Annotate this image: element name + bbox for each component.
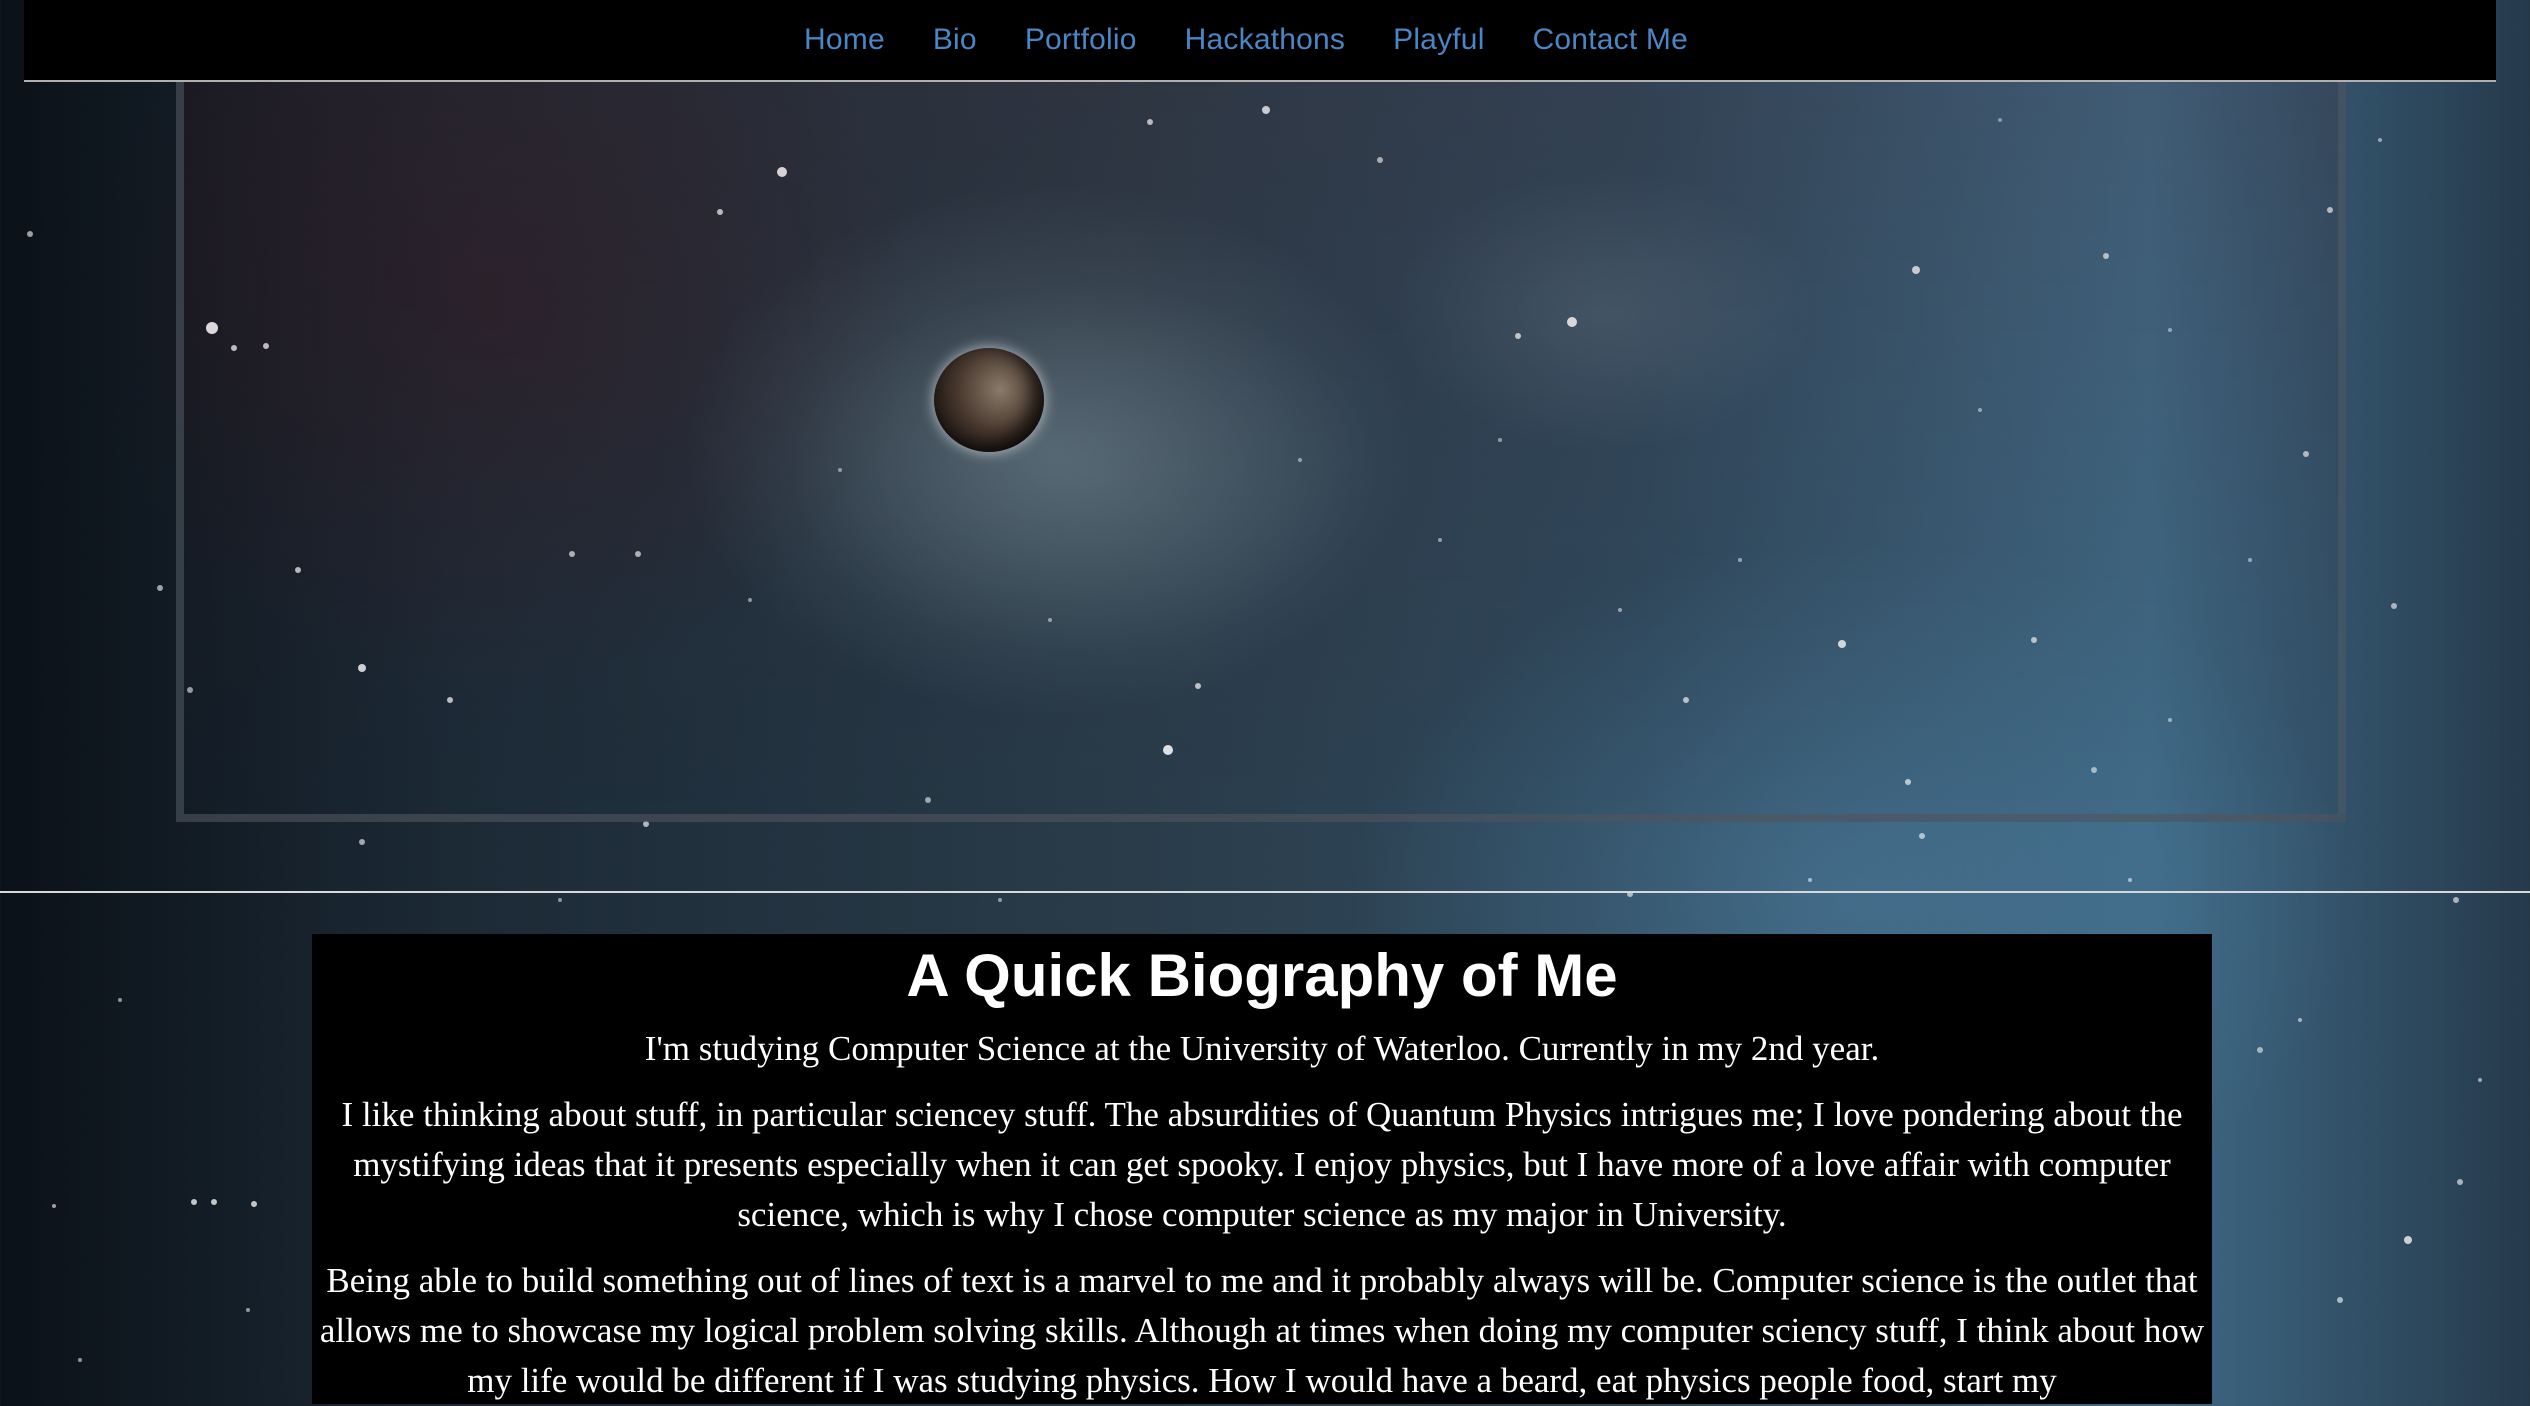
top-navigation-bar: Home Bio Portfolio Hackathons Playful Co… [24,0,2496,82]
nav-list: Home Bio Portfolio Hackathons Playful Co… [804,23,1688,57]
bio-paragraph-2: I like thinking about stuff, in particul… [341,1095,2183,1234]
bio-paragraph-3: Being able to build something out of lin… [319,1261,2205,1400]
nav-link-bio[interactable]: Bio [933,23,977,57]
hero-photo-frame [176,0,2346,822]
bio-paragraph-1: I'm studying Computer Science at the Uni… [644,1029,1880,1068]
nav-link-playful[interactable]: Playful [1393,23,1484,57]
planet-graphic [934,348,1044,452]
nav-link-hackathons[interactable]: Hackathons [1185,23,1345,57]
section-divider [0,891,2530,893]
nav-link-contact-me[interactable]: Contact Me [1533,23,1688,57]
bio-title: A Quick Biography of Me [906,942,1618,1009]
bio-panel: A Quick Biography of Me I'm studying Com… [312,934,2212,1404]
nav-link-home[interactable]: Home [804,23,885,57]
nav-link-portfolio[interactable]: Portfolio [1025,23,1137,57]
